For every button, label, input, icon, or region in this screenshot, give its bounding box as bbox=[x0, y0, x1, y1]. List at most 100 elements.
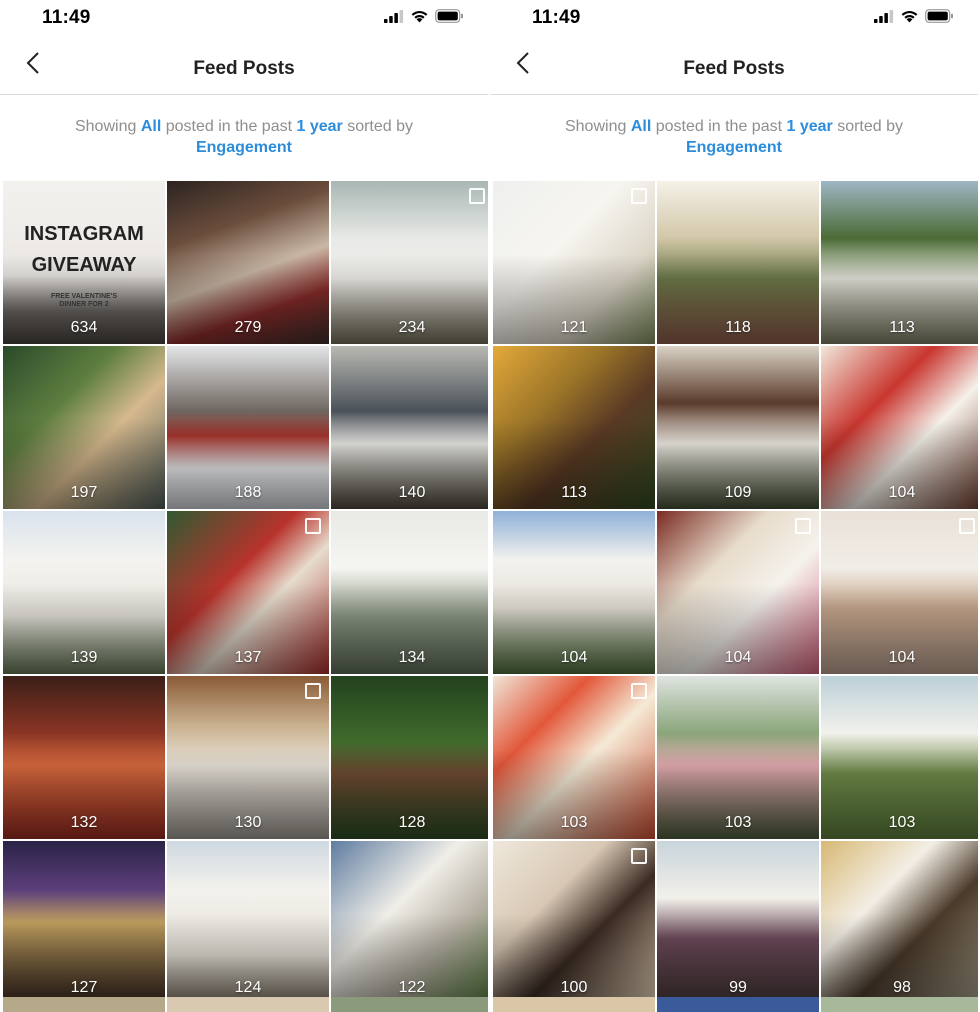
post-thumbnail[interactable]: 124 bbox=[167, 841, 329, 1004]
filter-summary: Showing All posted in the past 1 year so… bbox=[530, 116, 938, 158]
post-thumbnail-partial[interactable] bbox=[493, 997, 655, 1012]
post-thumbnail[interactable]: 104 bbox=[493, 511, 655, 674]
post-thumbnail[interactable]: 137 bbox=[167, 511, 329, 674]
post-thumbnail[interactable]: 103 bbox=[657, 676, 819, 839]
status-time: 11:49 bbox=[532, 7, 581, 28]
giveaway-title-line: GIVEAWAY bbox=[31, 254, 137, 276]
post-thumbnail-partial[interactable] bbox=[657, 997, 819, 1012]
engagement-count: 140 bbox=[398, 484, 426, 501]
engagement-count: 104 bbox=[888, 649, 916, 666]
status-time: 11:49 bbox=[42, 7, 91, 28]
wifi-icon bbox=[410, 9, 429, 28]
page-title: Feed Posts bbox=[193, 58, 295, 79]
post-thumbnail-partial[interactable] bbox=[3, 997, 165, 1012]
post-thumbnail[interactable]: 121 bbox=[493, 181, 655, 344]
post-thumbnail[interactable]: 109 bbox=[657, 346, 819, 509]
post-grid: 121 118 113 113 109 104 104 104 104 103 103 103 100 9… bbox=[493, 181, 978, 1004]
post-thumbnail[interactable]: 279 bbox=[167, 181, 329, 344]
post-thumbnail[interactable]: 104 bbox=[821, 346, 978, 509]
multi-photo-icon bbox=[631, 188, 647, 204]
engagement-count: 122 bbox=[398, 979, 426, 996]
status-bar: 11:49 bbox=[490, 0, 978, 36]
post-thumbnail[interactable]: 104 bbox=[821, 511, 978, 674]
giveaway-sub-line: DINNER FOR 2 bbox=[59, 301, 109, 308]
post-thumbnail[interactable]: 98 bbox=[821, 841, 978, 1004]
giveaway-subtext: FREE VALENTINE'S DINNER FOR 2 bbox=[3, 293, 165, 309]
filter-prefix: Showing bbox=[564, 118, 627, 135]
partial-row bbox=[493, 997, 978, 1012]
post-thumbnail[interactable]: 113 bbox=[821, 181, 978, 344]
giveaway-graphic-text: INSTAGRAM GIVEAWAY bbox=[3, 219, 165, 281]
post-thumbnail[interactable]: 100 bbox=[493, 841, 655, 1004]
post-thumbnail[interactable]: INSTAGRAM GIVEAWAY FREE VALENTINE'S DINNER … bbox=[3, 181, 165, 344]
post-thumbnail[interactable]: 140 bbox=[331, 346, 488, 509]
post-thumbnail[interactable]: 122 bbox=[331, 841, 488, 1004]
post-thumbnail[interactable]: 128 bbox=[331, 676, 488, 839]
engagement-count: 104 bbox=[888, 484, 916, 501]
post-grid: INSTAGRAM GIVEAWAY FREE VALENTINE'S DINNER … bbox=[3, 181, 488, 1004]
filter-middle: posted in the past bbox=[165, 118, 293, 135]
filter-sort-link[interactable]: Engagement bbox=[196, 139, 292, 156]
post-thumbnail[interactable]: 103 bbox=[493, 676, 655, 839]
post-thumbnail[interactable]: 197 bbox=[3, 346, 165, 509]
engagement-count: 137 bbox=[234, 649, 262, 666]
post-thumbnail[interactable]: 139 bbox=[3, 511, 165, 674]
post-thumbnail[interactable]: 188 bbox=[167, 346, 329, 509]
battery-icon bbox=[435, 9, 464, 28]
multi-photo-icon bbox=[631, 848, 647, 864]
post-thumbnail[interactable]: 99 bbox=[657, 841, 819, 1004]
post-thumbnail-partial[interactable] bbox=[331, 997, 488, 1012]
engagement-count: 100 bbox=[560, 979, 588, 996]
engagement-count: 279 bbox=[234, 319, 262, 336]
engagement-count: 130 bbox=[234, 814, 262, 831]
filter-scope-link[interactable]: All bbox=[141, 118, 161, 135]
engagement-count: 98 bbox=[893, 979, 911, 996]
multi-photo-icon bbox=[959, 518, 975, 534]
engagement-count: 109 bbox=[724, 484, 752, 501]
post-thumbnail[interactable]: 134 bbox=[331, 511, 488, 674]
engagement-count: 234 bbox=[398, 319, 426, 336]
engagement-count: 134 bbox=[398, 649, 426, 666]
post-thumbnail[interactable]: 104 bbox=[657, 511, 819, 674]
post-thumbnail[interactable]: 118 bbox=[657, 181, 819, 344]
post-thumbnail-partial[interactable] bbox=[167, 997, 329, 1012]
wifi-icon bbox=[900, 9, 919, 28]
multi-photo-icon bbox=[631, 683, 647, 699]
screen-right: 11:49 Feed Posts Showing All posted in t… bbox=[490, 0, 978, 1012]
filter-period-link[interactable]: 1 year bbox=[786, 118, 832, 135]
post-thumbnail[interactable]: 127 bbox=[3, 841, 165, 1004]
engagement-count: 103 bbox=[888, 814, 916, 831]
signal-icon bbox=[384, 9, 404, 28]
engagement-count: 188 bbox=[234, 484, 262, 501]
post-thumbnail[interactable]: 113 bbox=[493, 346, 655, 509]
engagement-count: 103 bbox=[560, 814, 588, 831]
status-icons bbox=[874, 9, 954, 28]
engagement-count: 634 bbox=[70, 319, 98, 336]
post-thumbnail[interactable]: 130 bbox=[167, 676, 329, 839]
post-thumbnail[interactable]: 103 bbox=[821, 676, 978, 839]
filter-sort-link[interactable]: Engagement bbox=[686, 139, 782, 156]
multi-photo-icon bbox=[469, 188, 485, 204]
filter-suffix: sorted by bbox=[837, 118, 904, 135]
engagement-count: 132 bbox=[70, 814, 98, 831]
filter-suffix: sorted by bbox=[347, 118, 414, 135]
nav-bar: Feed Posts bbox=[0, 36, 488, 95]
giveaway-sub-line: FREE VALENTINE'S bbox=[50, 293, 118, 300]
post-thumbnail-partial[interactable] bbox=[821, 997, 978, 1012]
status-icons bbox=[384, 9, 464, 28]
filter-scope-link[interactable]: All bbox=[631, 118, 651, 135]
engagement-count: 104 bbox=[724, 649, 752, 666]
post-thumbnail[interactable]: 132 bbox=[3, 676, 165, 839]
engagement-count: 99 bbox=[729, 979, 747, 996]
status-bar: 11:49 bbox=[0, 0, 488, 36]
filter-prefix: Showing bbox=[74, 118, 137, 135]
post-thumbnail[interactable]: 234 bbox=[331, 181, 488, 344]
multi-photo-icon bbox=[305, 683, 321, 699]
engagement-count: 128 bbox=[398, 814, 426, 831]
engagement-count: 197 bbox=[70, 484, 98, 501]
filter-summary: Showing All posted in the past 1 year so… bbox=[40, 116, 448, 158]
page-title: Feed Posts bbox=[683, 58, 785, 79]
filter-period-link[interactable]: 1 year bbox=[296, 118, 342, 135]
engagement-count: 139 bbox=[70, 649, 98, 666]
screen-left: 11:49 Feed Posts Showing All posted in t… bbox=[0, 0, 488, 1012]
